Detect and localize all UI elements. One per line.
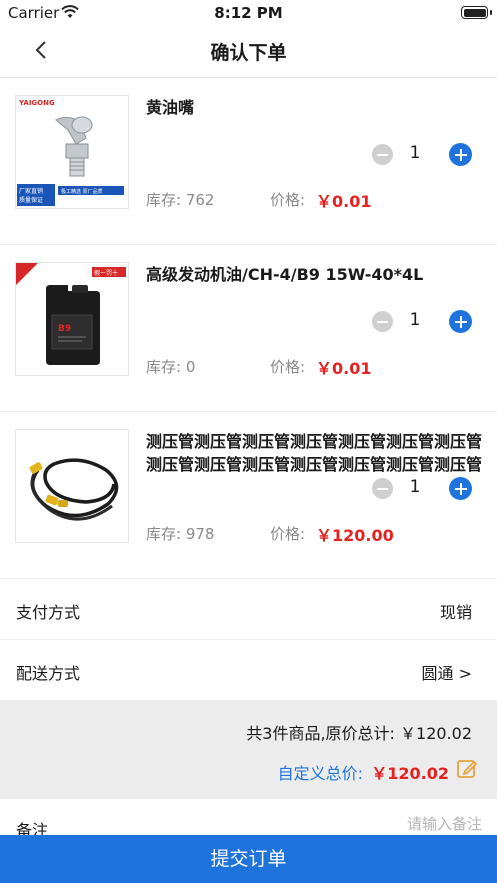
product-item: YAIGONG 厂家直销 质量保证 极工精选 原厂品质 黄油嘴 1 库存: 76… (0, 78, 497, 245)
submit-order-button[interactable]: 提交订单 (0, 835, 497, 883)
order-summary: 共3件商品,原价总计: ￥120.02 自定义总价: ￥120.02 (0, 701, 497, 799)
clock: 8:12 PM (214, 4, 283, 22)
stock-label: 库存: 0 (146, 358, 196, 376)
battery-icon (461, 6, 492, 19)
payment-method-row[interactable]: 支付方式 现销 (0, 580, 497, 640)
delivery-method-label: 配送方式 (16, 664, 81, 683)
delivery-method-row[interactable]: 配送方式 圆通 > (0, 641, 497, 701)
minus-icon[interactable] (372, 478, 393, 499)
product-list: YAIGONG 厂家直销 质量保证 极工精选 原厂品质 黄油嘴 1 库存: 76… (0, 78, 497, 579)
nav-bar: 确认下单 (0, 26, 497, 78)
product-name: 黄油嘴 (146, 98, 195, 117)
plus-icon[interactable] (449, 143, 472, 166)
stock-label: 库存: 762 (146, 191, 215, 209)
product-image[interactable] (15, 429, 129, 543)
quantity-value: 1 (409, 477, 421, 497)
status-bar: Carrier 8:12 PM (0, 0, 497, 26)
stock-label: 库存: 978 (146, 525, 215, 543)
remark-input[interactable] (282, 815, 482, 833)
price-label: 价格: (270, 525, 306, 543)
custom-total-value: ￥120.02 (371, 764, 449, 783)
price-value: ￥120.00 (316, 526, 394, 545)
custom-total-label: 自定义总价: (277, 764, 363, 783)
quantity-stepper: 1 (372, 476, 472, 500)
plus-icon[interactable] (449, 477, 472, 500)
svg-text:极工精选 原厂品质: 极工精选 原厂品质 (61, 188, 103, 195)
page-title: 确认下单 (210, 42, 287, 64)
price-label: 价格: (270, 358, 306, 376)
quantity-value: 1 (409, 310, 421, 330)
quantity-value: 1 (409, 143, 421, 163)
price-value: ￥0.01 (316, 192, 372, 211)
product-item: 假一罚十 B9 高级发动机油/CH-4/B9 15W-40*4L 1 库存: 0… (0, 245, 497, 412)
brand-logo-text: YAIGONG (18, 99, 55, 107)
product-image[interactable]: YAIGONG 厂家直销 质量保证 极工精选 原厂品质 (15, 95, 129, 209)
product-image[interactable]: 假一罚十 B9 (15, 262, 129, 376)
bottle-label-text: B9 (58, 324, 71, 334)
svg-text:厂家直销: 厂家直销 (19, 187, 43, 195)
price-value: ￥0.01 (316, 359, 372, 378)
minus-icon[interactable] (372, 144, 393, 165)
delivery-method-value: 圆通 > (421, 664, 473, 683)
corner-badge-text: 假一罚十 (94, 269, 118, 277)
edit-icon[interactable] (456, 758, 478, 780)
quantity-stepper: 1 (372, 142, 472, 166)
product-name: 测压管测压管测压管测压管测压管测压管测压管测压管测压管测压管测压管测压管测压管测… (146, 432, 483, 474)
svg-text:质量保证: 质量保证 (19, 196, 43, 204)
product-item: 测压管测压管测压管测压管测压管测压管测压管测压管测压管测压管测压管测压管测压管测… (0, 412, 497, 579)
payment-method-label: 支付方式 (16, 603, 81, 622)
quantity-stepper: 1 (372, 309, 472, 333)
plus-icon[interactable] (449, 310, 472, 333)
price-label: 价格: (270, 191, 306, 209)
product-name: 高级发动机油/CH-4/B9 15W-40*4L (146, 265, 424, 284)
summary-total-line: 共3件商品,原价总计: ￥120.02 (246, 724, 472, 743)
minus-icon[interactable] (372, 311, 393, 332)
payment-method-value: 现销 (439, 603, 472, 622)
